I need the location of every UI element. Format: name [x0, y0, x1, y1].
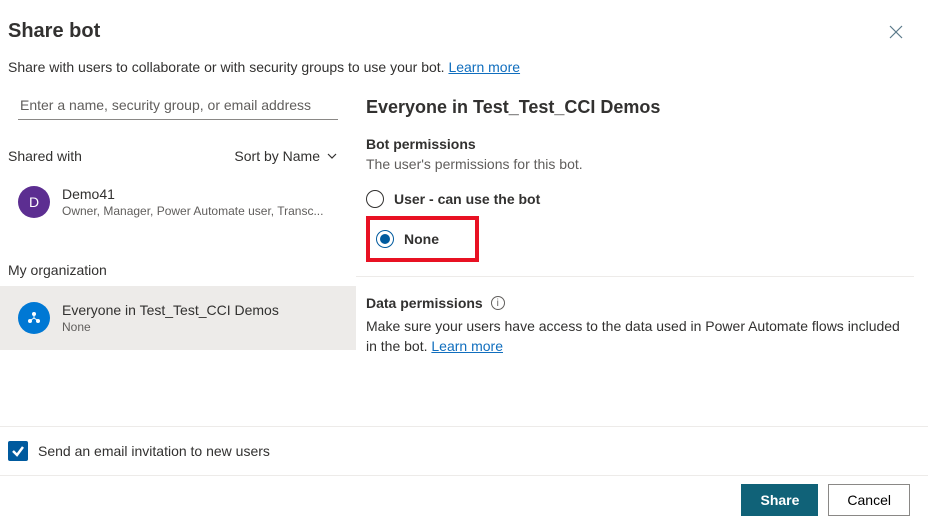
- radio-none[interactable]: None: [376, 224, 439, 254]
- chevron-down-icon: [326, 150, 338, 162]
- my-organization-label: My organization: [0, 232, 356, 286]
- org-group-icon: [26, 310, 42, 326]
- radio-icon: [376, 230, 394, 248]
- description-text: Share with users to collaborate or with …: [8, 59, 445, 75]
- info-icon[interactable]: i: [491, 296, 505, 310]
- org-name: Everyone in Test_Test_CCI Demos: [62, 302, 279, 318]
- bot-permissions-heading: Bot permissions: [366, 136, 914, 152]
- sort-label: Sort by Name: [234, 148, 320, 164]
- email-invite-checkbox[interactable]: [8, 441, 28, 461]
- learn-more-link[interactable]: Learn more: [448, 59, 520, 75]
- data-learn-more-link[interactable]: Learn more: [431, 338, 503, 354]
- user-roles: Owner, Manager, Power Automate user, Tra…: [62, 204, 323, 218]
- org-entry-selected[interactable]: Everyone in Test_Test_CCI Demos None: [0, 286, 356, 350]
- highlight-none-option: None: [366, 216, 479, 262]
- radio-user-can-use[interactable]: User - can use the bot: [366, 184, 914, 214]
- divider: [356, 276, 914, 277]
- checkmark-icon: [11, 444, 25, 458]
- shared-user-row[interactable]: D Demo41 Owner, Manager, Power Automate …: [0, 172, 356, 232]
- share-button[interactable]: Share: [741, 484, 818, 516]
- user-name: Demo41: [62, 186, 323, 202]
- data-permissions-heading: Data permissions: [366, 295, 483, 311]
- dialog-description: Share with users to collaborate or with …: [0, 49, 928, 91]
- org-avatar: [18, 302, 50, 334]
- share-search-input[interactable]: [18, 91, 338, 120]
- user-avatar: D: [18, 186, 50, 218]
- selected-entity-title: Everyone in Test_Test_CCI Demos: [366, 97, 914, 118]
- sort-by-name[interactable]: Sort by Name: [234, 148, 338, 164]
- shared-with-label: Shared with: [8, 148, 82, 164]
- radio-icon: [366, 190, 384, 208]
- close-button[interactable]: [886, 22, 906, 42]
- close-icon: [889, 25, 903, 39]
- radio-none-label: None: [404, 231, 439, 247]
- dialog-title: Share bot: [0, 0, 928, 49]
- radio-user-label: User - can use the bot: [394, 191, 540, 207]
- bot-permissions-sub: The user's permissions for this bot.: [366, 156, 914, 172]
- org-permission: None: [62, 320, 279, 334]
- email-invite-label: Send an email invitation to new users: [38, 443, 270, 459]
- cancel-button[interactable]: Cancel: [828, 484, 910, 516]
- email-invite-row[interactable]: Send an email invitation to new users: [0, 426, 928, 476]
